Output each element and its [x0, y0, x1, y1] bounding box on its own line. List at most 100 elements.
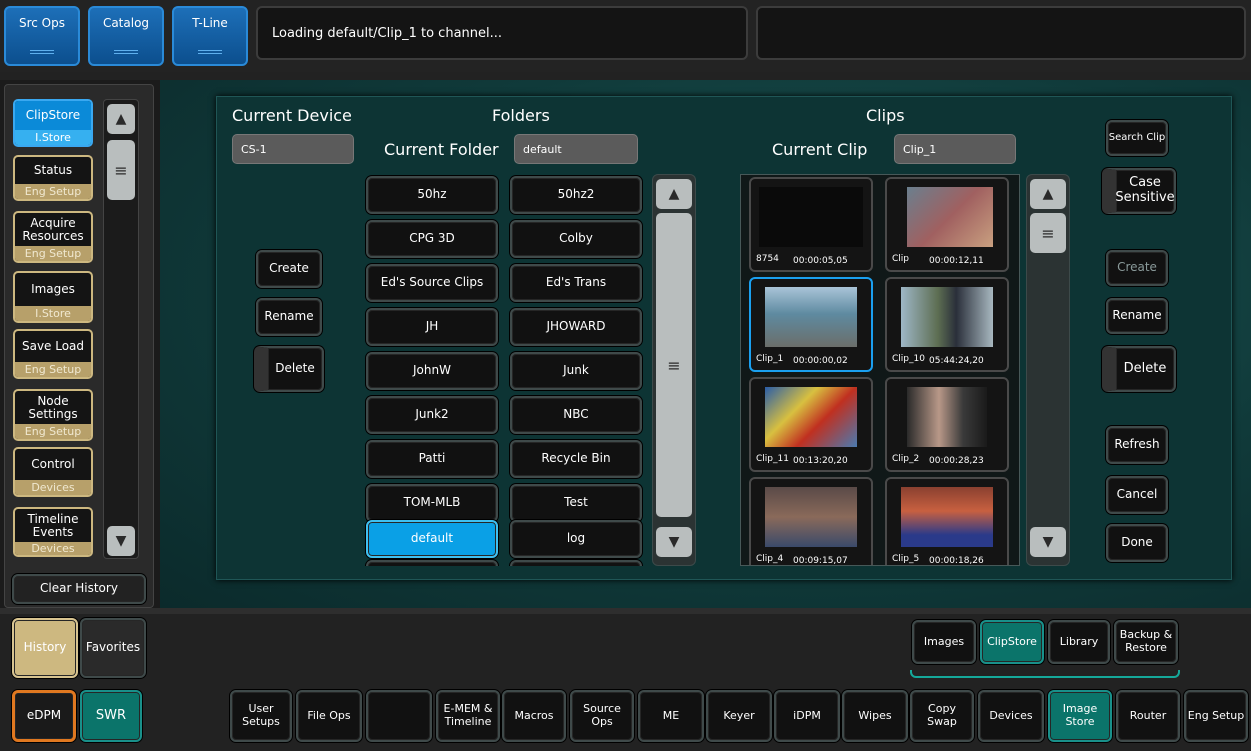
tab-src-ops[interactable]: Src Ops: [4, 6, 80, 66]
nav-image-store[interactable]: Image Store: [1048, 690, 1112, 742]
scroll-down-icon[interactable]: ▼: [107, 526, 135, 556]
nav-router[interactable]: Router: [1116, 690, 1180, 742]
folder-item[interactable]: log: [510, 520, 642, 558]
sidebar-item-images[interactable]: Images I.Store: [13, 271, 93, 323]
clip-thumbnail[interactable]: Clip_10 05:44:24,20: [885, 277, 1009, 372]
nav-idpm[interactable]: iDPM: [774, 690, 840, 742]
sidebar-item-timeline-events[interactable]: Timeline Events Devices: [13, 507, 93, 557]
folder-item[interactable]: JH: [366, 308, 498, 346]
case-sensitive-toggle[interactable]: Case Sensitive: [1102, 168, 1176, 214]
device-delete-button[interactable]: Delete: [254, 346, 324, 392]
nav-label: Router: [1129, 708, 1167, 722]
clear-history-button[interactable]: Clear History: [12, 574, 146, 604]
edpm-button[interactable]: eDPM: [12, 690, 76, 742]
scroll-down-icon[interactable]: ▼: [1030, 527, 1066, 557]
device-rename-button[interactable]: Rename: [256, 298, 322, 336]
folder-item[interactable]: JHOWARD: [510, 308, 642, 346]
done-button[interactable]: Done: [1106, 524, 1168, 562]
search-clip-button[interactable]: Search Clip: [1106, 120, 1168, 156]
sidebar-item-save-load[interactable]: Save Load Eng Setup: [13, 329, 93, 379]
nav-label: Image Store: [1062, 702, 1098, 728]
folder-item-selected[interactable]: default: [366, 520, 498, 558]
folder-item[interactable]: NBC: [510, 396, 642, 434]
sidebar-item-node-settings[interactable]: Node Settings Eng Setup: [13, 389, 93, 441]
current-clip-field[interactable]: Clip_1: [894, 134, 1016, 164]
folder-label: NBC: [563, 407, 589, 422]
clip-delete-button[interactable]: Delete: [1102, 346, 1176, 392]
folder-scrollbar[interactable]: ▲ ≡ ▼: [652, 174, 696, 566]
device-create-button[interactable]: Create: [256, 250, 322, 288]
folder-item[interactable]: 50hz: [366, 176, 498, 214]
current-folder-field[interactable]: default: [514, 134, 638, 164]
nav-macros[interactable]: Macros: [502, 690, 566, 742]
scroll-down-icon[interactable]: ▼: [656, 527, 692, 557]
clip-preview: [907, 187, 993, 247]
swr-button[interactable]: SWR: [80, 690, 142, 742]
scroll-thumb[interactable]: ≡: [1030, 213, 1066, 253]
clip-thumbnail[interactable]: Clip_5 00:00:18,26: [885, 477, 1009, 565]
clip-thumbnail[interactable]: 8754 00:00:05,05: [749, 177, 873, 272]
subtab-images[interactable]: Images: [912, 620, 976, 664]
subtab-clipstore[interactable]: ClipStore: [980, 620, 1044, 664]
current-device-field[interactable]: CS-1: [232, 134, 354, 164]
folder-item[interactable]: 50hz2: [510, 176, 642, 214]
clip-scrollbar[interactable]: ▲ ≡ ▼: [1026, 174, 1070, 566]
nav-keyer[interactable]: Keyer: [706, 690, 772, 742]
folder-item[interactable]: TOM-MLB: [366, 484, 498, 522]
clip-create-button[interactable]: Create: [1106, 250, 1168, 286]
sidebar-scrollbar[interactable]: ▲ ≡ ▼: [103, 99, 139, 559]
scroll-up-icon[interactable]: ▲: [107, 104, 135, 134]
clip-thumbnail[interactable]: Clip 00:00:12,11: [885, 177, 1009, 272]
scroll-up-icon[interactable]: ▲: [656, 179, 692, 209]
folder-item[interactable]: Ed's Source Clips: [366, 264, 498, 302]
folder-item[interactable]: Colby: [510, 220, 642, 258]
nav-file-ops[interactable]: File Ops: [296, 690, 362, 742]
folder-item[interactable]: Patti: [366, 440, 498, 478]
sidebar-item-acquire-resources[interactable]: Acquire Resources Eng Setup: [13, 211, 93, 263]
nav-label: Keyer: [723, 708, 755, 722]
folder-item[interactable]: JohnW: [366, 352, 498, 390]
tab-catalog[interactable]: Catalog: [88, 6, 164, 66]
clip-rename-button[interactable]: Rename: [1106, 298, 1168, 334]
cancel-button[interactable]: Cancel: [1106, 476, 1168, 514]
nav-copy-swap[interactable]: Copy Swap: [910, 690, 974, 742]
folder-item-partial[interactable]: [510, 560, 642, 566]
folder-item[interactable]: Test: [510, 484, 642, 522]
folder-label: JHOWARD: [546, 319, 606, 334]
nav-devices[interactable]: Devices: [978, 690, 1044, 742]
sidebar-item-clipstore[interactable]: ClipStore I.Store: [13, 99, 93, 147]
nav-eng-setup[interactable]: Eng Setup: [1184, 690, 1248, 742]
scroll-thumb[interactable]: ≡: [107, 140, 135, 200]
clip-name: 8754: [756, 254, 779, 264]
folder-item[interactable]: Recycle Bin: [510, 440, 642, 478]
nav-me[interactable]: ME: [638, 690, 704, 742]
sidebar-item-status[interactable]: Status Eng Setup: [13, 155, 93, 201]
folder-item[interactable]: CPG 3D: [366, 220, 498, 258]
clip-thumbnail[interactable]: Clip_4 00:09:15,07: [749, 477, 873, 565]
clip-thumbnail-selected[interactable]: Clip_1 00:00:00,02: [749, 277, 873, 372]
scroll-up-icon[interactable]: ▲: [1030, 179, 1066, 209]
refresh-button[interactable]: Refresh: [1106, 426, 1168, 464]
clip-thumbnail[interactable]: Clip_11 00:13:20,20: [749, 377, 873, 472]
history-tab[interactable]: History: [12, 618, 78, 678]
nav-empty[interactable]: [366, 690, 432, 742]
subtab-library[interactable]: Library: [1048, 620, 1110, 664]
nav-source-ops[interactable]: Source Ops: [570, 690, 634, 742]
scroll-thumb[interactable]: ≡: [656, 213, 692, 517]
sidebar-item-control[interactable]: Control Devices: [13, 447, 93, 497]
nav-wipes[interactable]: Wipes: [842, 690, 908, 742]
folder-item[interactable]: Junk: [510, 352, 642, 390]
folder-item[interactable]: Ed's Trans: [510, 264, 642, 302]
folder-item[interactable]: Junk2: [366, 396, 498, 434]
tab-label: Catalog: [102, 16, 150, 30]
clip-preview: [901, 287, 993, 347]
clip-grid: 8754 00:00:05,05 Clip 00:00:12,11 Clip_1…: [740, 174, 1020, 566]
tab-t-line[interactable]: T-Line: [172, 6, 248, 66]
nav-user-setups[interactable]: User Setups: [230, 690, 292, 742]
nav-emem-timeline[interactable]: E-MEM & Timeline: [436, 690, 500, 742]
folder-item-partial[interactable]: [366, 560, 498, 566]
favorites-tab[interactable]: Favorites: [80, 618, 146, 678]
clip-thumbnail[interactable]: Clip_2 00:00:28,23: [885, 377, 1009, 472]
subtab-backup-restore[interactable]: Backup & Restore: [1114, 620, 1178, 664]
status-message: Loading default/Clip_1 to channel...: [256, 6, 748, 60]
